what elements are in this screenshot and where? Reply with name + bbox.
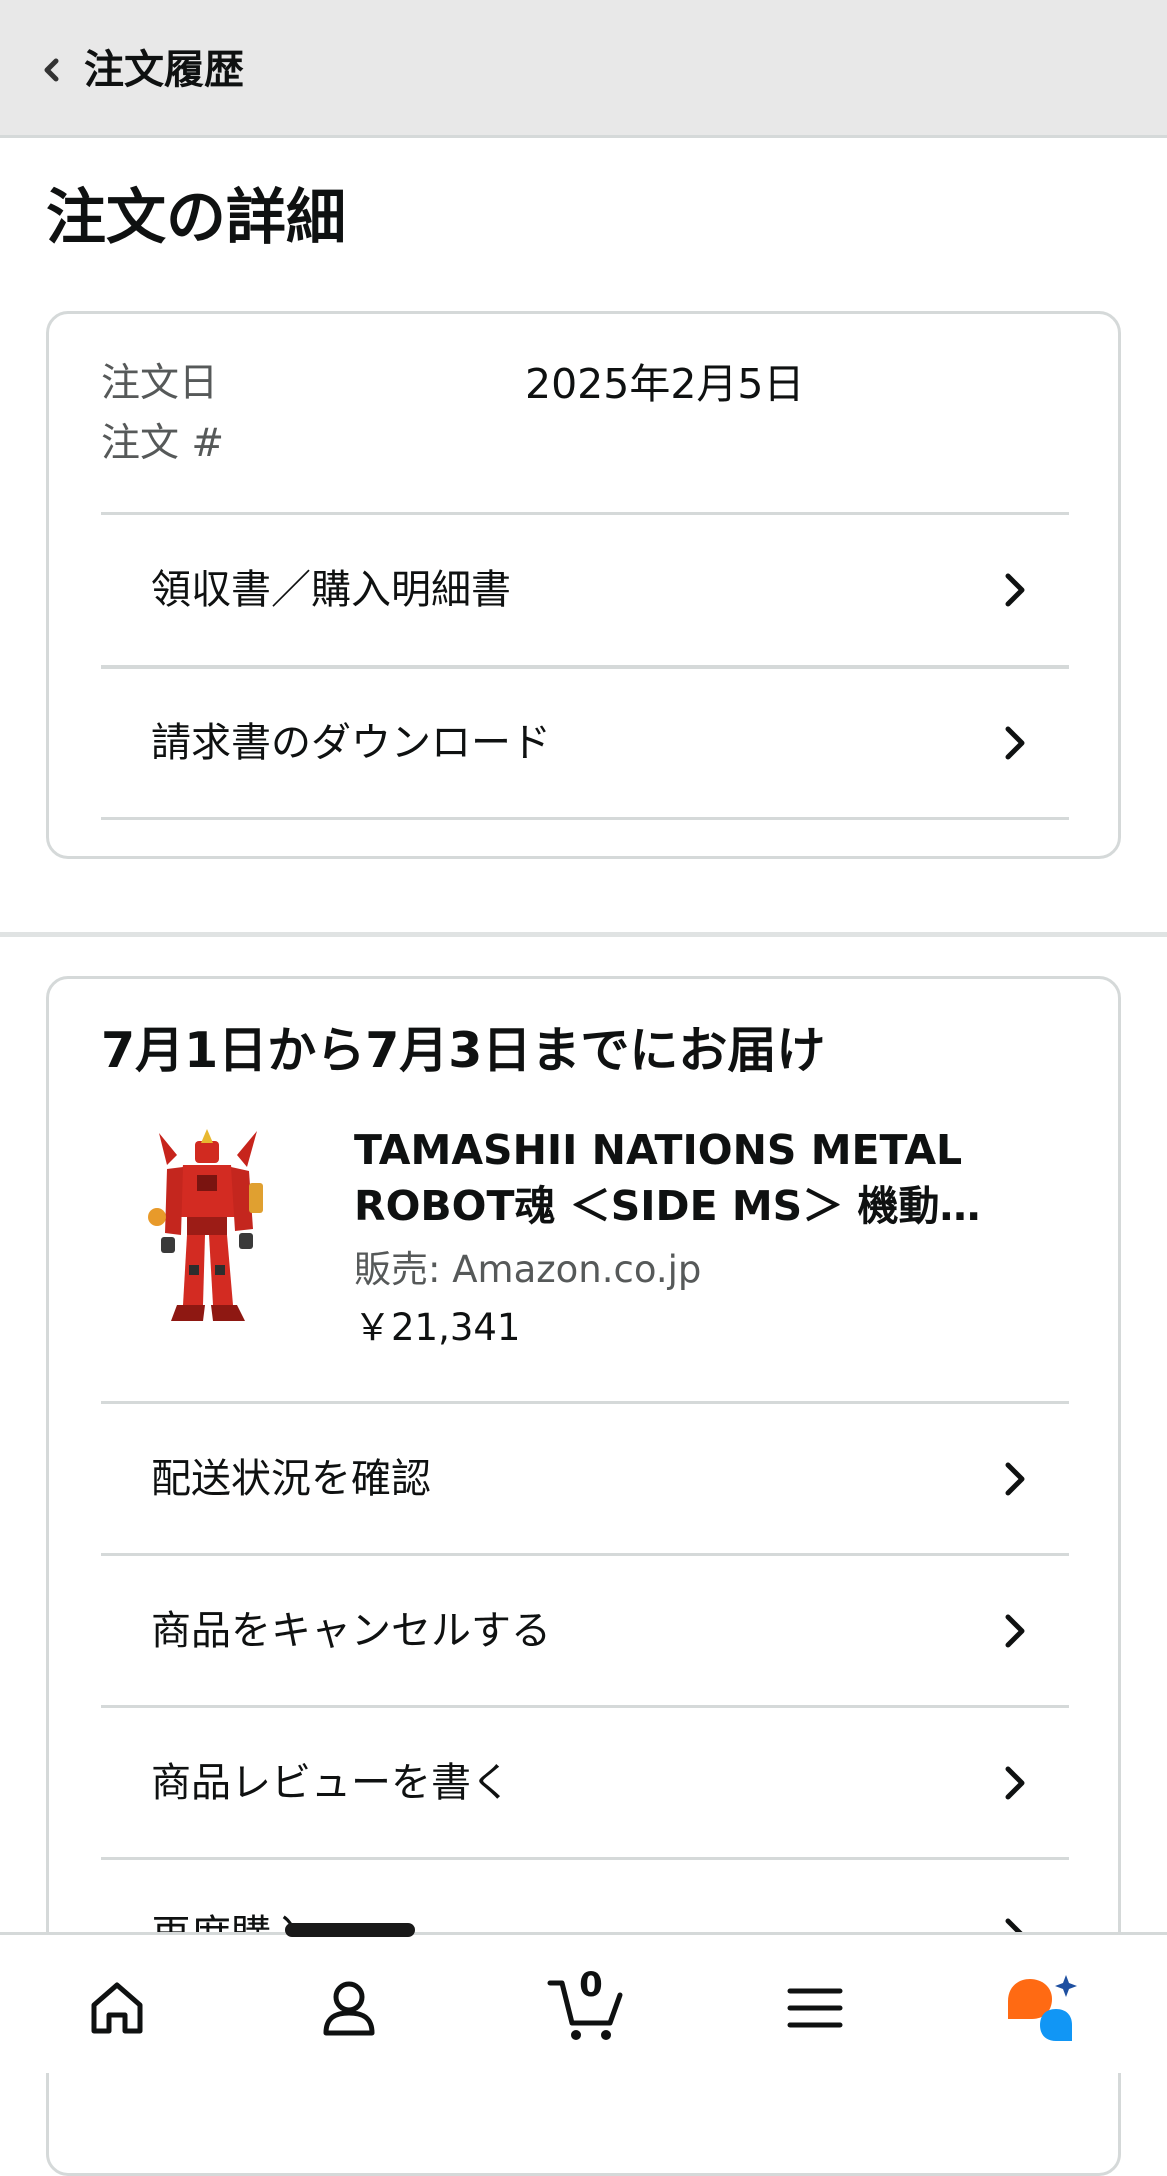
write-review-label: 商品レビューを書く bbox=[151, 1760, 511, 1806]
divider bbox=[101, 817, 1069, 820]
order-number-label: 注文 # bbox=[101, 421, 225, 466]
home-indicator bbox=[285, 1923, 415, 1937]
invoice-download-label: 請求書のダウンロード bbox=[151, 720, 551, 766]
rufus-ai-icon[interactable] bbox=[1004, 1973, 1084, 2043]
top-navigation-bar: 注文履歴 bbox=[0, 0, 1167, 138]
home-icon[interactable] bbox=[82, 1973, 152, 2043]
cancel-item-link[interactable]: 商品をキャンセルする bbox=[101, 1556, 1069, 1706]
cart-button[interactable]: 0 bbox=[546, 1965, 626, 2043]
menu-icon[interactable] bbox=[780, 1973, 850, 2043]
section-divider bbox=[0, 932, 1167, 937]
delivery-date-heading: 7月1日から7月3日までにお届け bbox=[101, 1022, 826, 1079]
order-date-value: 2025年2月5日 bbox=[525, 360, 805, 408]
chevron-right-icon bbox=[1005, 573, 1025, 607]
cart-count-badge: 0 bbox=[579, 1965, 603, 2005]
bottom-navigation-bar: 0 bbox=[0, 1923, 1167, 2073]
chevron-right-icon bbox=[1005, 1614, 1025, 1648]
write-review-link[interactable]: 商品レビューを書く bbox=[101, 1708, 1069, 1858]
back-to-order-history-link[interactable]: 注文履歴 bbox=[84, 42, 244, 98]
order-date-label: 注文日 bbox=[101, 361, 219, 406]
receipt-link-label: 領収書／購入明細書 bbox=[151, 567, 511, 613]
product-seller: 販売: Amazon.co.jp bbox=[354, 1248, 702, 1291]
product-title-line-2: ROBOT魂 ＜SIDE MS＞ 機動… bbox=[354, 1182, 981, 1230]
product-title[interactable]: TAMASHII NATIONS METAL ROBOT魂 ＜SIDE MS＞ … bbox=[354, 1122, 1034, 1234]
track-package-link[interactable]: 配送状況を確認 bbox=[101, 1404, 1069, 1554]
page-title: 注文の詳細 bbox=[46, 183, 346, 253]
chevron-right-icon bbox=[1005, 1766, 1025, 1800]
track-package-label: 配送状況を確認 bbox=[151, 1456, 431, 1502]
product-image[interactable] bbox=[137, 1125, 277, 1331]
product-title-line-1: TAMASHII NATIONS METAL bbox=[354, 1126, 963, 1174]
invoice-download-link[interactable]: 請求書のダウンロード bbox=[101, 668, 1069, 818]
product-price: ￥21,341 bbox=[354, 1306, 521, 1349]
chevron-right-icon bbox=[1005, 1462, 1025, 1496]
receipt-link[interactable]: 領収書／購入明細書 bbox=[101, 515, 1069, 665]
account-icon[interactable] bbox=[314, 1973, 384, 2043]
chevron-right-icon bbox=[1005, 726, 1025, 760]
cancel-item-label: 商品をキャンセルする bbox=[151, 1608, 551, 1654]
chevron-left-icon[interactable] bbox=[40, 52, 62, 88]
order-info-card: 注文日 2025年2月5日 注文 # 領収書／購入明細書 請求書のダウンロード bbox=[46, 311, 1121, 859]
